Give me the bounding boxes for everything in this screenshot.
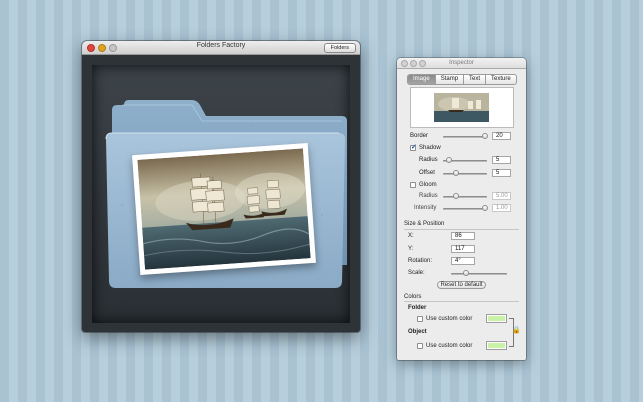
x-field[interactable]: 86 (451, 232, 475, 240)
size-position-heading: Size & Position (404, 221, 445, 227)
shadow-offset-label: Offset (419, 170, 435, 176)
lock-icon[interactable]: 🔒 (512, 326, 521, 334)
folders-button[interactable]: Folders (323, 43, 356, 53)
inspector-title: Inspector (449, 60, 474, 66)
object-custom-color-checkbox[interactable] (417, 343, 423, 349)
tab-stamp[interactable]: Stamp (436, 75, 465, 84)
object-color-well[interactable] (486, 341, 507, 350)
object-color-label: Object (408, 329, 427, 335)
scale-slider[interactable] (451, 270, 507, 276)
object-color-swatch (488, 343, 505, 348)
x-label: X: (408, 233, 414, 239)
rotation-field[interactable]: 4° (451, 257, 475, 265)
ship-painting-photo[interactable] (132, 143, 316, 275)
colors-heading: Colors (404, 294, 422, 300)
title-bar: Folders Factory Folders (82, 41, 360, 55)
border-slider-knob[interactable] (482, 133, 488, 139)
folder-custom-color-checkbox[interactable] (417, 316, 423, 322)
gloom-radius-knob[interactable] (453, 193, 459, 199)
gloom-intensity-knob[interactable] (482, 205, 488, 211)
shadow-offset-knob[interactable] (453, 170, 459, 176)
gloom-radius-label: Radius (419, 193, 438, 199)
inspector-close-button[interactable] (401, 60, 408, 67)
main-window: Folders Factory Folders (82, 41, 360, 332)
border-slider[interactable] (443, 133, 488, 139)
scale-label: Scale: (408, 270, 425, 276)
inspector-tabs: Image Stamp Text Texture (407, 74, 517, 85)
rotation-label: Rotation: (408, 258, 433, 264)
ship-painting-image (137, 148, 311, 270)
divider (404, 229, 519, 230)
divider (404, 301, 519, 302)
shadow-radius-slider[interactable] (443, 157, 487, 163)
tab-text[interactable]: Text (464, 75, 487, 84)
shadow-label: Shadow (419, 145, 441, 151)
tab-image[interactable]: Image (408, 75, 436, 84)
gloom-checkbox[interactable] (410, 182, 416, 188)
inspector-minimize-button[interactable] (410, 60, 417, 67)
gloom-label: Gloom (419, 182, 437, 188)
window-title: Folders Factory (196, 42, 246, 49)
folder-color-well[interactable] (486, 314, 507, 323)
border-label: Border (410, 133, 429, 139)
scale-slider-knob[interactable] (463, 270, 469, 276)
gloom-radius-field[interactable]: 5.00 (492, 192, 511, 200)
inspector-zoom-button[interactable] (419, 60, 426, 67)
object-custom-color-label: Use custom color (426, 343, 473, 349)
reset-to-default-button[interactable]: Reset to default (437, 281, 486, 289)
inspector-window-controls (401, 60, 426, 67)
image-preview-thumbnail (434, 93, 489, 122)
gloom-intensity-label: Intensity (414, 205, 437, 211)
shadow-offset-slider[interactable] (443, 170, 487, 176)
folder-color-label: Folder (408, 305, 427, 311)
image-preview-well[interactable] (410, 87, 514, 128)
shadow-radius-field[interactable]: 5 (492, 156, 511, 164)
gloom-radius-slider[interactable] (443, 193, 487, 199)
border-field[interactable]: 20 (492, 132, 511, 140)
y-label: Y: (408, 246, 414, 252)
shadow-checkbox[interactable] (410, 143, 417, 151)
shadow-radius-knob[interactable] (446, 157, 452, 163)
folder-custom-color-label: Use custom color (426, 316, 473, 322)
tab-texture[interactable]: Texture (486, 75, 516, 84)
y-field[interactable]: 117 (451, 245, 475, 253)
folder-color-swatch (488, 316, 505, 321)
inspector-panel: Inspector Image Stamp Text Texture Borde… (397, 58, 526, 360)
shadow-offset-field[interactable]: 5 (492, 169, 511, 177)
gloom-intensity-field[interactable]: 1.00 (492, 204, 511, 212)
shadow-radius-label: Radius (419, 157, 438, 163)
gloom-intensity-slider[interactable] (443, 205, 488, 211)
inspector-title-bar: Inspector (397, 58, 526, 69)
